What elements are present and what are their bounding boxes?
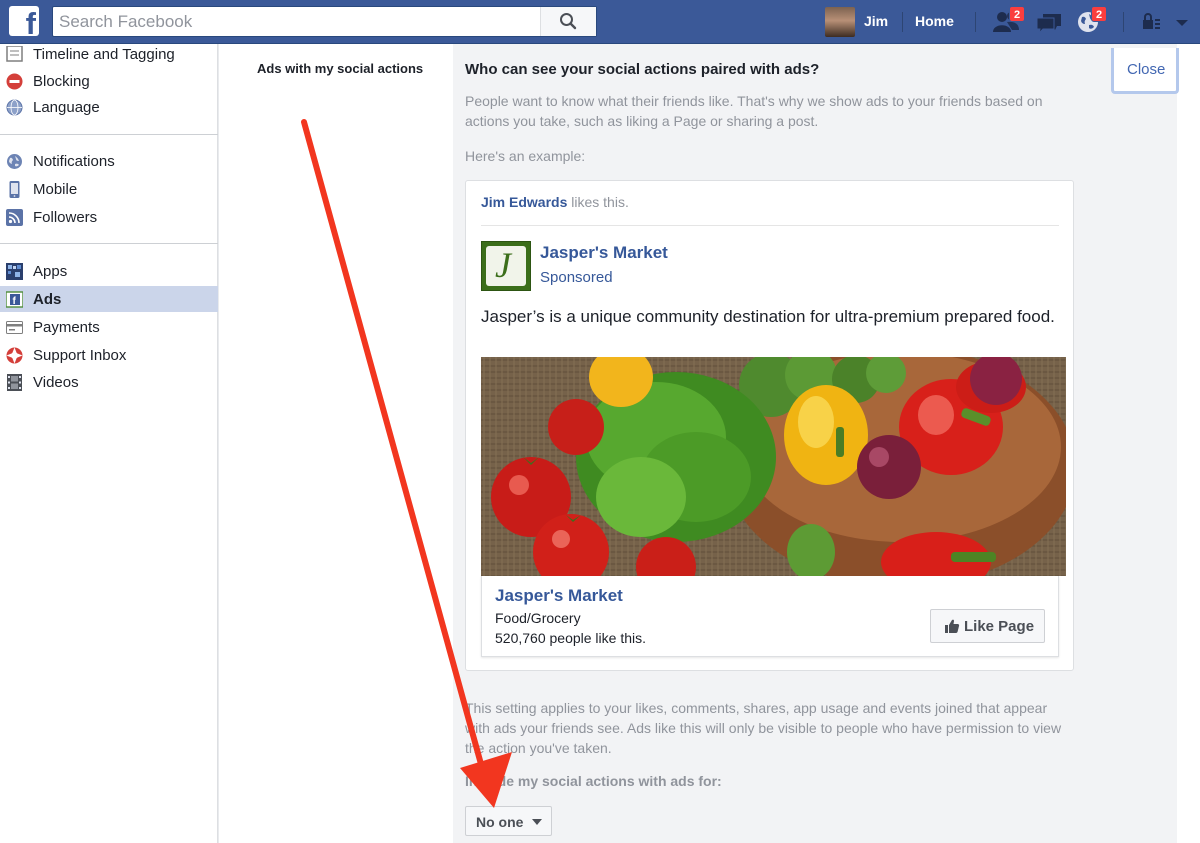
page-like-count: 520,760 people like this. [495, 630, 646, 646]
messages-button[interactable] [1034, 8, 1064, 36]
lifebuoy-icon [6, 347, 23, 364]
ads-icon: f [6, 291, 23, 308]
sponsored-label[interactable]: Sponsored [540, 269, 613, 286]
example-ad-card: Jim Edwards likes this. J Jasper's Marke… [465, 180, 1074, 671]
thumbs-up-icon [945, 619, 960, 633]
sidebar-item-support-inbox[interactable]: Support Inbox [0, 342, 218, 368]
apps-icon [6, 263, 23, 280]
sidebar-item-notifications[interactable]: Notifications [0, 148, 218, 174]
friend-requests-badge: 2 [1009, 6, 1025, 22]
vegetables-photo [481, 357, 1066, 576]
search-icon [560, 13, 577, 30]
chevron-down-icon [532, 819, 542, 825]
friend-name-link[interactable]: Jim Edwards [481, 194, 567, 210]
notifications-button[interactable]: 2 [1074, 6, 1107, 36]
blocking-icon [6, 73, 23, 90]
globe-icon [7, 154, 22, 169]
setting-applies-text: This setting applies to your likes, comm… [465, 700, 1062, 756]
footer-page-name-link[interactable]: Jasper's Market [495, 586, 623, 606]
profile-link[interactable]: Jim [864, 13, 888, 29]
nav-divider [975, 12, 976, 32]
sidebar-item-followers[interactable]: Followers [0, 204, 218, 230]
search-box [52, 6, 597, 37]
setting-label: Ads with my social actions [257, 61, 424, 76]
nav-divider [902, 12, 903, 32]
rss-icon [6, 209, 23, 226]
ad-image[interactable] [481, 357, 1066, 576]
facebook-logo[interactable]: f [9, 6, 39, 36]
language-icon [6, 99, 23, 116]
setting-description: People want to know what their friends l… [465, 93, 1043, 129]
sidebar-divider [0, 243, 218, 244]
page-name-link[interactable]: Jasper's Market [540, 243, 668, 263]
home-link[interactable]: Home [915, 13, 954, 29]
lock-icon [1143, 13, 1160, 29]
account-menu-button[interactable] [1172, 8, 1192, 36]
settings-sidebar: Timeline and Tagging Blocking Language N… [0, 44, 218, 843]
sidebar-item-mobile[interactable]: Mobile [0, 176, 218, 202]
notifications-badge: 2 [1091, 6, 1107, 22]
sidebar-item-language[interactable]: Language [0, 94, 218, 120]
credit-card-icon [6, 321, 23, 334]
page-category: Food/Grocery [495, 610, 581, 626]
mobile-icon [9, 181, 20, 198]
card-divider [481, 225, 1059, 226]
include-label: Include my social actions with ads for: [465, 773, 722, 789]
nav-divider [1123, 12, 1124, 32]
sidebar-divider [0, 134, 218, 135]
ad-text: Jasper’s is a unique community destinati… [481, 307, 1055, 326]
like-page-button[interactable]: Like Page [930, 609, 1045, 643]
ad-footer: Jasper's Market Food/Grocery 520,760 peo… [481, 576, 1059, 657]
friend-requests-button[interactable]: 2 [992, 6, 1025, 36]
search-input[interactable] [53, 7, 541, 36]
close-button[interactable]: Close [1111, 48, 1179, 94]
avatar[interactable] [825, 7, 855, 37]
social-context: Jim Edwards likes this. [481, 194, 629, 210]
caret-down-icon [1176, 20, 1188, 26]
sidebar-item-videos[interactable]: Videos [0, 369, 218, 395]
privacy-shortcuts-button[interactable] [1140, 8, 1164, 36]
setting-question: Who can see your social actions paired w… [465, 61, 820, 78]
timeline-icon [6, 46, 23, 62]
sidebar-item-payments[interactable]: Payments [0, 314, 218, 340]
page-logo[interactable]: J [481, 241, 531, 291]
sidebar-item-timeline[interactable]: Timeline and Tagging [0, 41, 218, 67]
film-icon [7, 374, 22, 391]
messages-icon [1036, 14, 1061, 35]
example-label: Here's an example: [465, 148, 586, 164]
sidebar-item-ads[interactable]: f Ads [0, 286, 218, 312]
sidebar-item-apps[interactable]: Apps [0, 258, 218, 284]
sidebar-item-blocking[interactable]: Blocking [0, 68, 218, 94]
audience-dropdown[interactable]: No one [465, 806, 552, 836]
top-bar: f Jim Home 2 2 [0, 0, 1200, 44]
search-button[interactable] [540, 7, 596, 36]
